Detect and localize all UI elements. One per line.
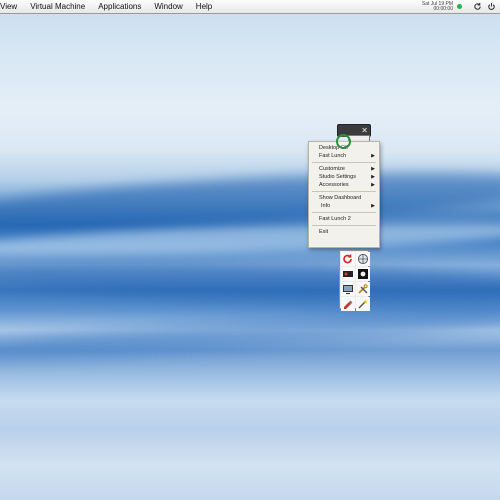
clock-line-2: 00:00:00	[433, 5, 453, 12]
wallpaper-wave	[0, 296, 500, 370]
tools-icon[interactable]	[356, 282, 370, 296]
menu-separator	[312, 225, 376, 226]
menu-extras: Sat Jul 19 PM 00:00:00	[422, 0, 496, 13]
globe-icon[interactable]	[356, 252, 370, 266]
undo-icon[interactable]	[341, 252, 355, 266]
context-menu-item-label: Fast Lunch 2	[319, 216, 351, 222]
context-menu-item[interactable]: Customize ▶	[309, 165, 379, 173]
submenu-arrow-icon: ▶	[371, 166, 375, 172]
submenu-arrow-icon: ▶	[371, 182, 375, 188]
context-menu-item-label: Info	[321, 203, 331, 209]
screen-icon[interactable]	[341, 282, 355, 296]
menu-separator	[312, 212, 376, 213]
cursor-highlight-icon	[336, 134, 351, 149]
context-menu-item[interactable]: Exit	[309, 228, 379, 236]
menu-separator	[312, 191, 376, 192]
stop-icon[interactable]	[356, 267, 370, 281]
context-menu-item[interactable]: Fast Lunch ▶	[309, 152, 379, 160]
context-menu-item[interactable]: Accessories ▶	[309, 181, 379, 189]
menu-help[interactable]: Help	[189, 2, 218, 11]
menu-virtual-machine[interactable]: Virtual Machine	[23, 2, 91, 11]
context-menu-item-label: Accessories	[319, 182, 349, 188]
submenu-arrow-icon: ▶	[371, 203, 375, 209]
power-icon[interactable]	[487, 2, 496, 11]
menu-separator	[312, 162, 376, 163]
tool-palette	[339, 250, 370, 311]
context-menu-item[interactable]: Fast Lunch 2	[309, 215, 379, 223]
menu-window[interactable]: Window	[147, 2, 188, 11]
menu-applications[interactable]: Applications	[91, 2, 147, 11]
sync-icon[interactable]	[473, 2, 482, 11]
context-menu-item[interactable]: Show Dashboard	[309, 194, 379, 202]
context-menu-item-label: Show Dashboard	[319, 195, 362, 201]
context-menu-item[interactable]: Studio Settings ▶	[309, 173, 379, 181]
menu-view[interactable]: View	[0, 2, 23, 11]
menu-clock[interactable]: Sat Jul 19 PM 00:00:00	[422, 1, 453, 12]
context-menu-item-label: Exit	[319, 229, 329, 235]
context-menu-item-label: Fast Lunch	[319, 153, 347, 159]
submenu-arrow-icon: ▶	[371, 153, 375, 159]
paint-icon[interactable]	[341, 297, 355, 311]
wallpaper-wave	[0, 251, 500, 313]
submenu-arrow-icon: ▶	[371, 174, 375, 180]
context-menu-item-label: Customize	[319, 166, 345, 172]
context-menu-item[interactable]: Info ▶	[309, 202, 379, 210]
context-menu-item-label: Studio Settings	[319, 174, 356, 180]
menu-bar: View Virtual Machine Applications Window…	[0, 0, 500, 14]
status-indicator-icon[interactable]	[457, 4, 462, 9]
record-icon[interactable]	[341, 267, 355, 281]
context-menu: Desktop Off Fast Lunch ▶ Customize ▶ Studio S…	[308, 141, 380, 248]
magic-icon[interactable]	[356, 297, 370, 311]
